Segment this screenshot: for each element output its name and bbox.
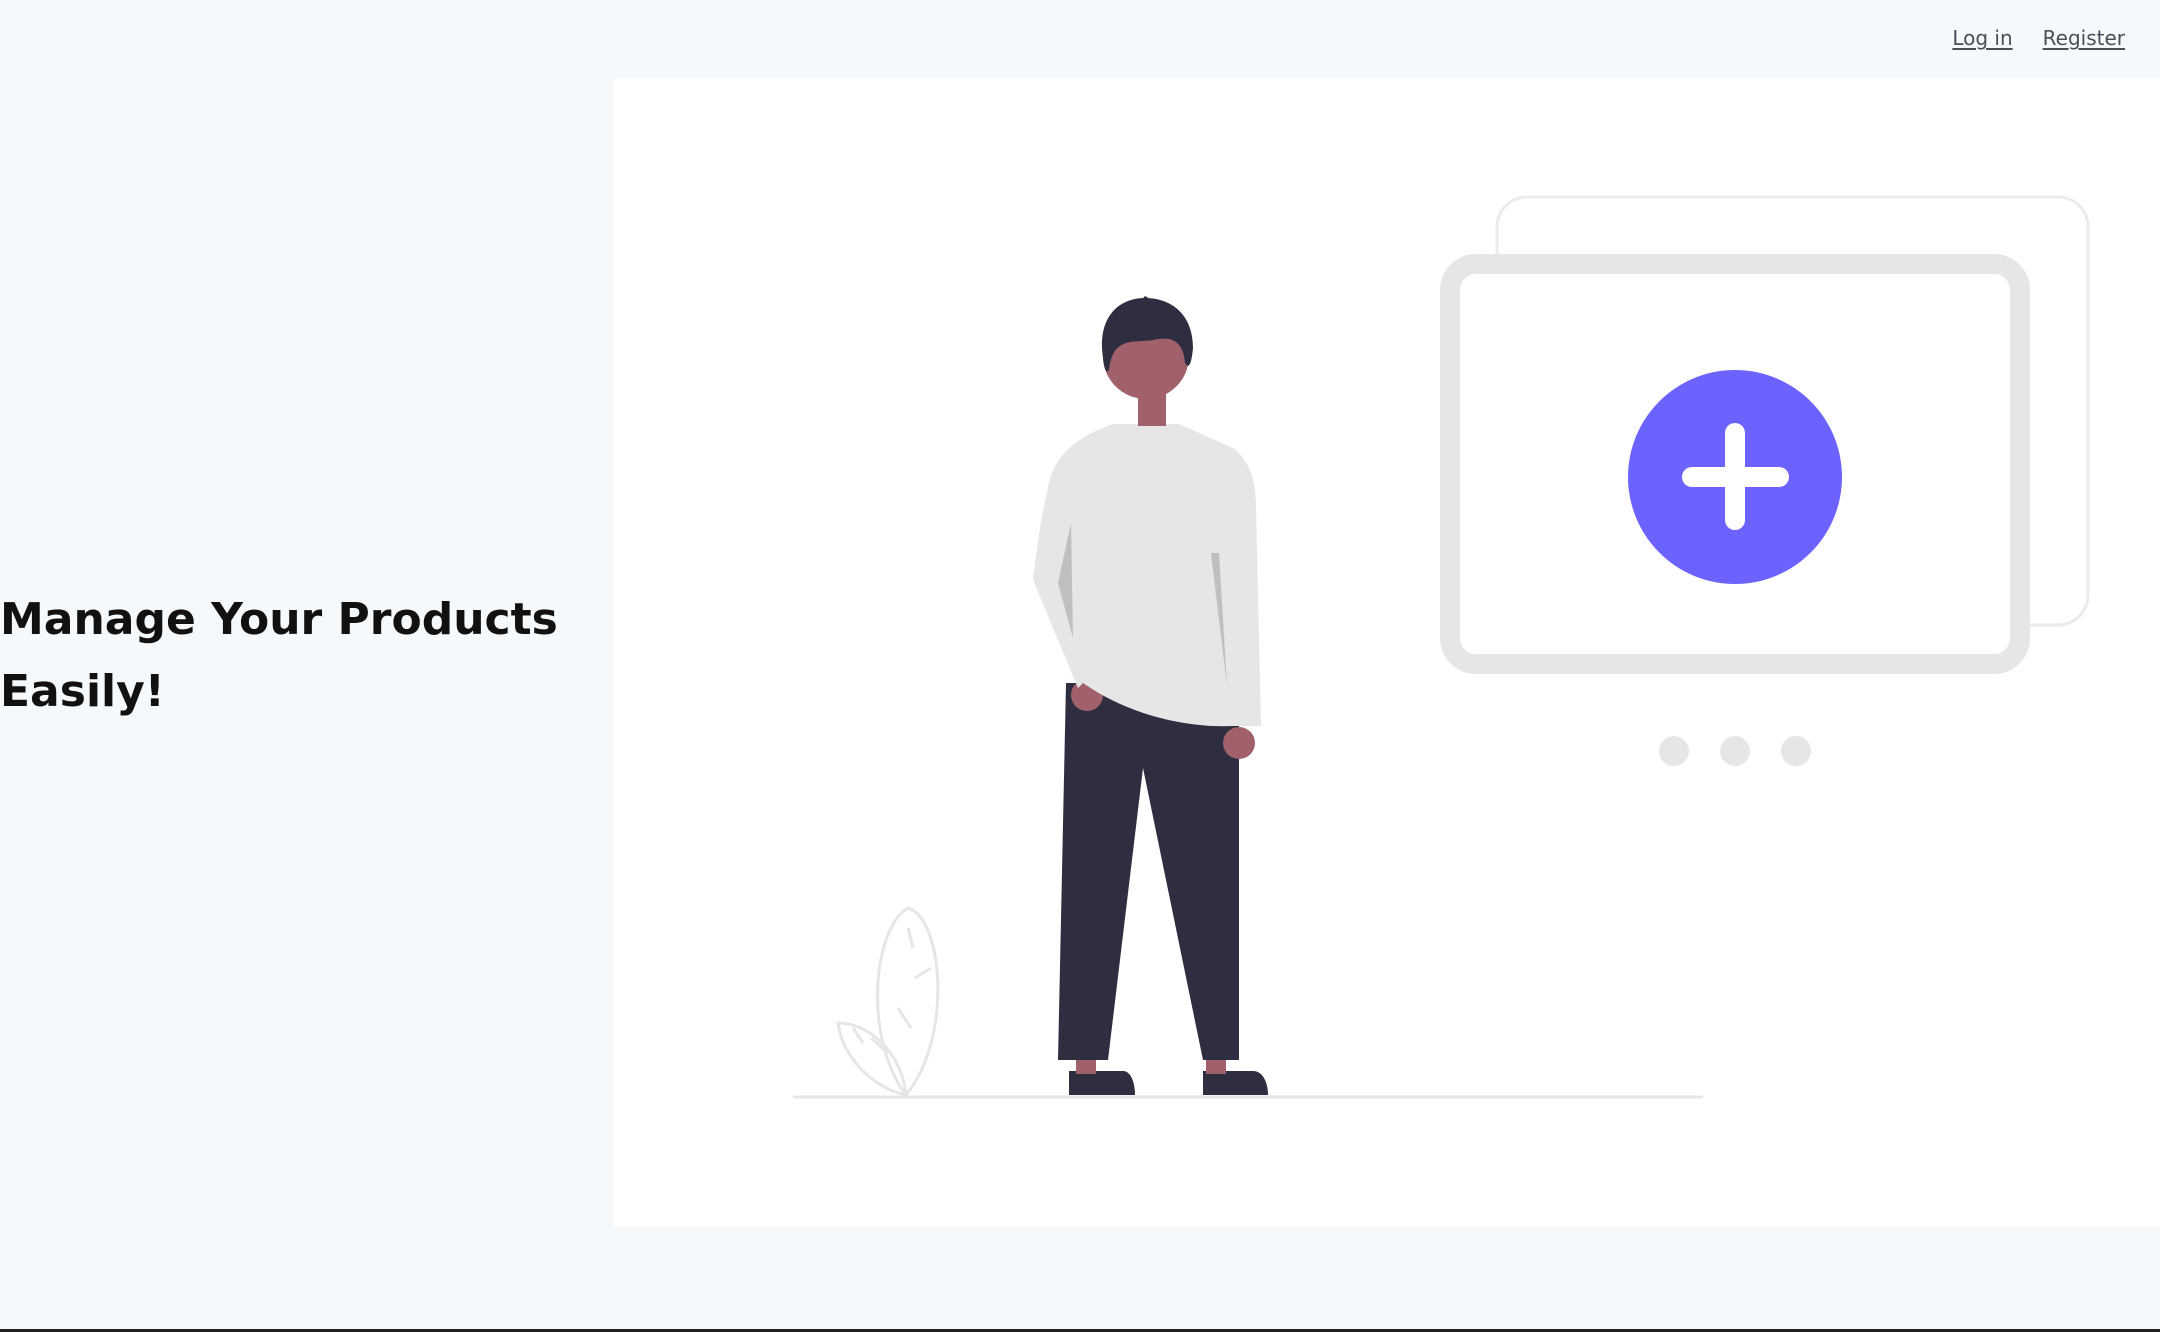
top-nav: Log in Register	[1952, 26, 2125, 50]
login-link[interactable]: Log in	[1952, 26, 2012, 50]
hero-title: Manage Your Products Easily!	[0, 594, 558, 717]
plant-icon	[836, 906, 940, 1098]
hero-illustration	[613, 78, 2160, 1227]
carousel-dots-icon	[1659, 736, 1811, 766]
landing-page: Log in Register Manage Your Products Eas…	[0, 0, 2160, 1332]
hero-illustration-svg	[793, 195, 2090, 1099]
person-icon	[1033, 296, 1268, 1095]
register-link[interactable]: Register	[2043, 26, 2125, 50]
